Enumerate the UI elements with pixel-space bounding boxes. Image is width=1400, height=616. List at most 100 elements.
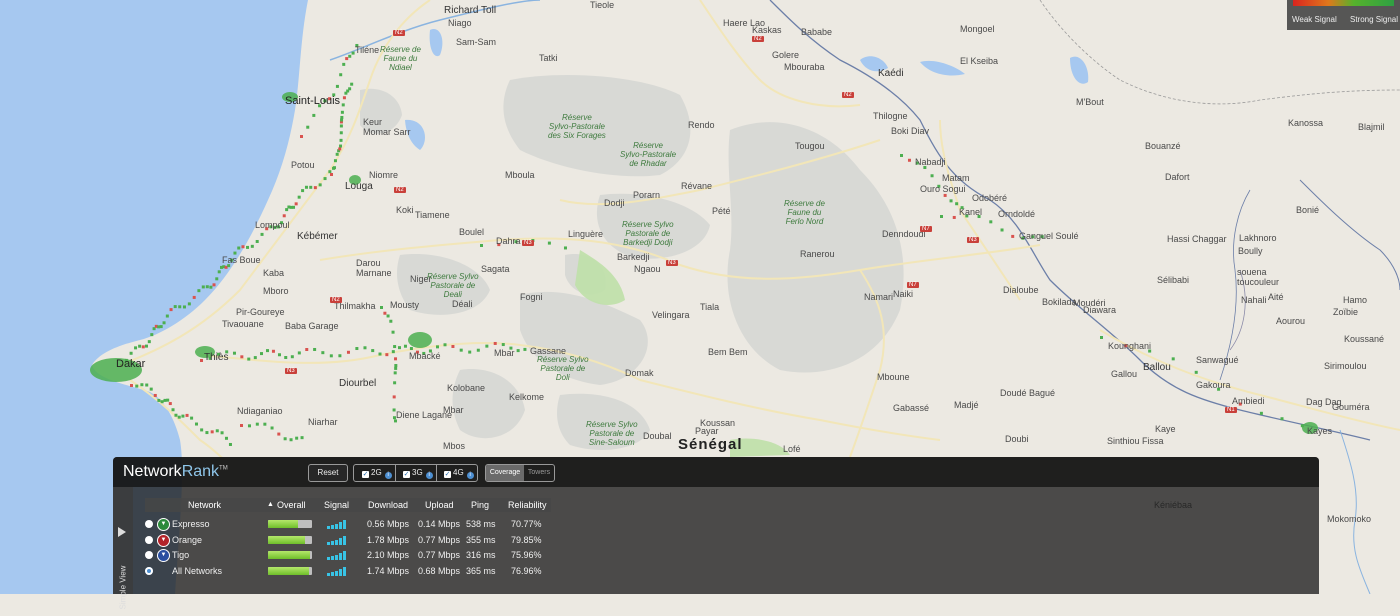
- col-ping[interactable]: Ping: [471, 498, 489, 512]
- reset-button[interactable]: Reset: [308, 464, 348, 482]
- place-label: Bababe: [801, 27, 833, 37]
- strong-signal-label: Strong Signal: [1350, 15, 1399, 24]
- network-radio[interactable]: [145, 520, 153, 528]
- place-label: El Kseiba: [960, 56, 999, 66]
- coverage-point: [200, 359, 203, 362]
- place-label: Ranerou: [800, 249, 835, 259]
- coverage-point: [341, 103, 345, 107]
- place-label: Kanel: [959, 207, 983, 217]
- place-label: Fas Boue: [222, 255, 261, 265]
- reliability-value: 76.96%: [511, 565, 542, 576]
- coverage-point: [989, 220, 993, 224]
- coverage-point: [330, 173, 333, 176]
- coverage-point: [943, 193, 947, 197]
- checkbox-4g[interactable]: ✓: [444, 471, 451, 478]
- coverage-point: [284, 356, 288, 360]
- simple-view-toggle[interactable]: Simple View: [113, 487, 133, 609]
- expand-arrow-icon[interactable]: [118, 527, 126, 537]
- coverage-point: [403, 344, 407, 348]
- network-name: Orange: [172, 534, 203, 545]
- coverage-point: [247, 424, 251, 428]
- network-row[interactable]: ▼ Expresso 0.56 Mbps 0.14 Mbps 538 ms 70.77%: [145, 517, 565, 532]
- place-label: Porarn: [633, 190, 661, 200]
- coverage-point: [253, 356, 257, 360]
- place-label: Mbacké: [409, 351, 441, 361]
- towers-button[interactable]: Towers: [524, 465, 554, 481]
- place-label: Réserve de Faune du Ferlo Nord: [784, 199, 825, 226]
- place-label: Diawara: [1083, 305, 1117, 315]
- place-label: Bem Bem: [708, 347, 748, 357]
- coverage-point: [134, 346, 138, 350]
- coverage-point: [263, 422, 267, 426]
- checkbox-3g[interactable]: ✓: [403, 471, 410, 478]
- place-label: Mousty: [390, 300, 420, 310]
- coverage-point: [342, 62, 346, 66]
- coverage-point: [285, 208, 289, 212]
- info-icon[interactable]: i: [425, 472, 433, 479]
- place-label: Gakoura: [1196, 380, 1231, 390]
- place-label: Ngaou: [634, 264, 661, 274]
- place-label: Pété: [712, 206, 731, 216]
- col-signal[interactable]: Signal: [324, 498, 349, 512]
- overall-score-bar: [268, 520, 312, 528]
- network-radio[interactable]: [145, 551, 153, 559]
- ping-value: 355 ms: [466, 534, 496, 545]
- network-type-filter: ✓ 2G i ✓ 3G i ✓ 4G i: [353, 464, 478, 482]
- place-label: Nabadji: [915, 157, 946, 167]
- signal-legend: Weak Signal Strong Signal: [1287, 0, 1400, 30]
- checkbox-2g[interactable]: ✓: [362, 471, 369, 478]
- coverage-point: [335, 152, 339, 156]
- coverage-point: [295, 436, 299, 440]
- place-label: Ouro Sogui: [920, 184, 966, 194]
- reliability-value: 70.77%: [511, 519, 542, 529]
- info-icon[interactable]: i: [466, 472, 474, 479]
- filter-3g[interactable]: ✓ 3G i: [403, 465, 433, 481]
- coverage-point: [200, 428, 204, 432]
- network-row[interactable]: All Networks 1.74 Mbps 0.68 Mbps 365 ms 76.9…: [145, 564, 565, 579]
- coverage-button[interactable]: Coverage: [486, 465, 524, 481]
- place-label: Kounghani: [1108, 341, 1152, 351]
- coverage-point: [340, 115, 344, 119]
- col-overall[interactable]: Overall: [277, 498, 306, 512]
- coverage-point: [338, 354, 342, 358]
- network-radio[interactable]: [145, 566, 153, 575]
- sort-asc-icon[interactable]: ▲: [267, 498, 274, 512]
- coverage-point: [443, 343, 447, 347]
- filter-4g[interactable]: ✓ 4G i: [444, 465, 474, 481]
- place-label: Richard Toll: [444, 5, 497, 16]
- place-label: Madjé: [954, 400, 979, 410]
- place-label: Sam-Sam: [456, 37, 497, 47]
- place-label: Velingara: [652, 310, 690, 320]
- place-label: Réserve Sylvo Pastorale de Doli: [537, 355, 589, 382]
- coverage-point: [313, 347, 317, 351]
- coverage-point: [157, 398, 161, 402]
- place-label: Mbar: [494, 348, 515, 358]
- coverage-point: [397, 346, 401, 350]
- filter-2g[interactable]: ✓ 2G i: [362, 465, 392, 481]
- weak-signal-label: Weak Signal: [1292, 15, 1337, 24]
- coverage-point: [339, 73, 343, 77]
- info-icon[interactable]: i: [384, 472, 392, 479]
- col-network[interactable]: Network: [188, 498, 221, 512]
- place-label: Kelkome: [509, 392, 545, 402]
- col-upload[interactable]: Upload: [425, 498, 454, 512]
- ping-value: 538 ms: [466, 519, 496, 529]
- place-label: Sagata: [481, 264, 510, 274]
- place-label: Bouanzé: [1145, 141, 1181, 151]
- coverage-point: [277, 353, 281, 357]
- network-radio[interactable]: [145, 535, 153, 544]
- place-label: Mbos: [443, 441, 466, 451]
- road-number-label: N7: [920, 226, 932, 232]
- coverage-point: [391, 330, 395, 334]
- col-download[interactable]: Download: [368, 498, 408, 512]
- col-reliability[interactable]: Reliability: [508, 498, 547, 512]
- coverage-point: [182, 305, 186, 309]
- overall-score-bar: [268, 535, 312, 544]
- coverage-point: [955, 202, 959, 206]
- network-row[interactable]: ▼ Tigo 2.10 Mbps 0.77 Mbps 316 ms 75.96%: [145, 548, 565, 563]
- overall-score-bar: [268, 551, 312, 559]
- coverage-point: [383, 311, 387, 315]
- place-label: Mbouraba: [784, 62, 825, 72]
- network-row[interactable]: ▼ Orange 1.78 Mbps 0.77 Mbps 355 ms 79.85%: [145, 533, 565, 548]
- coverage-point: [224, 436, 228, 440]
